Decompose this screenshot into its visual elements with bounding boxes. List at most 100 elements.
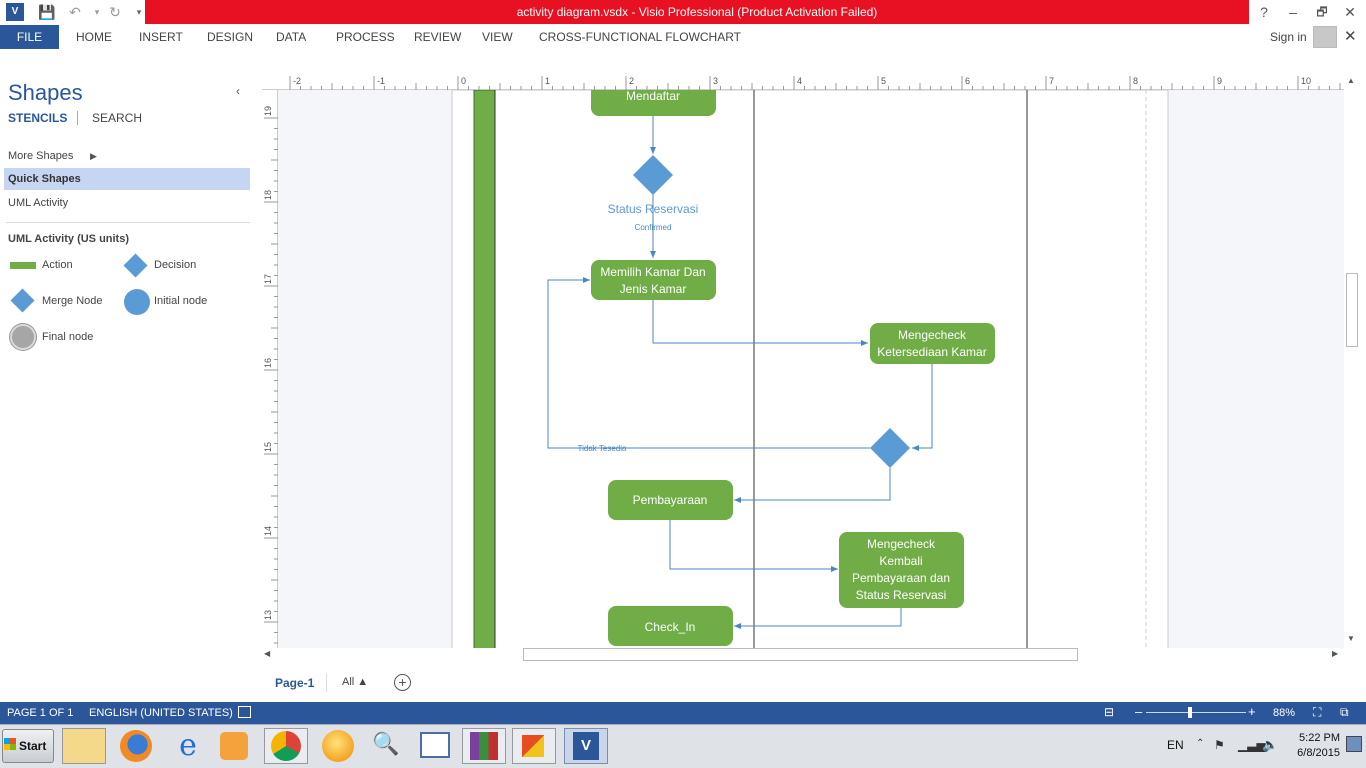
more-shapes-label: More Shapes — [8, 150, 74, 162]
taskbar — [0, 724, 1366, 768]
zoom-slider-thumb[interactable] — [1188, 707, 1192, 718]
vertical-ruler: 19 18 17 16 15 14 13 — [262, 90, 278, 648]
ruler-label: 19 — [263, 106, 273, 116]
tab-design[interactable]: DESIGN — [207, 25, 253, 49]
tab-cross-functional-flowchart[interactable]: CROSS-FUNCTIONAL FLOWCHART — [539, 25, 741, 49]
tab-home[interactable]: HOME — [76, 25, 112, 49]
zoom-level[interactable]: 88% — [1273, 707, 1295, 719]
macro-record-icon[interactable] — [238, 706, 251, 718]
tab-view[interactable]: VIEW — [482, 25, 513, 49]
magnifier-icon[interactable]: 🔍 — [372, 731, 400, 759]
system-clock[interactable]: 5:22 PM 6/8/2015 — [1286, 731, 1340, 761]
ruler-label: 18 — [263, 190, 273, 200]
presentation-mode-icon[interactable]: ⊟ — [1104, 705, 1114, 719]
all-pages-dropdown[interactable]: All ▲ — [342, 676, 368, 688]
divider — [326, 674, 327, 692]
clock-time: 5:22 PM — [1299, 732, 1340, 744]
tab-process[interactable]: PROCESS — [336, 25, 395, 49]
tab-insert[interactable]: INSERT — [139, 25, 183, 49]
ruler-label: 2 — [629, 76, 634, 86]
save-icon[interactable]: 💾 — [38, 3, 56, 21]
initial-node-shape-icon[interactable] — [124, 289, 150, 315]
action-mendaftar-label: Mendaftar — [626, 89, 680, 103]
chrome-icon — [271, 731, 301, 761]
volume-icon[interactable]: 🔈 — [1262, 737, 1278, 753]
tab-file[interactable]: FILE — [0, 25, 59, 49]
help-button[interactable]: ? — [1252, 2, 1276, 22]
language-indicator[interactable]: ENGLISH (UNITED STATES) — [89, 707, 233, 719]
visio-app-icon[interactable]: V — [6, 3, 24, 21]
show-hidden-icons[interactable]: ⌃ — [1196, 738, 1204, 749]
horizontal-scroll-thumb[interactable] — [523, 648, 1078, 661]
internet-explorer-icon[interactable]: e — [172, 730, 204, 762]
undo-dropdown-icon[interactable]: ▾ — [88, 3, 106, 21]
action-pembayaraan-label: Pembayaraan — [633, 493, 708, 507]
action-mengecheck-kembali-line2: Kembali — [879, 554, 922, 568]
ruler-label: 9 — [1217, 76, 1222, 86]
redo-icon[interactable]: ↻ — [106, 3, 124, 21]
horizontal-ruler: -2 -1 0 1 2 3 4 5 6 7 8 9 10 — [262, 74, 1344, 90]
scroll-up-icon[interactable]: ▲ — [1347, 76, 1355, 85]
fit-page-icon[interactable]: ⛶ — [1313, 705, 1321, 720]
tab-data[interactable]: DATA — [276, 25, 306, 49]
tab-search[interactable]: SEARCH — [92, 111, 142, 125]
add-page-icon[interactable]: + — [394, 674, 411, 691]
scroll-down-icon[interactable]: ▼ — [1347, 634, 1355, 643]
ruler-label: 14 — [263, 526, 273, 536]
chevron-right-icon: ▶ — [90, 151, 97, 161]
close-ribbon-icon[interactable]: ✕ — [1344, 25, 1357, 49]
sign-in-link[interactable]: Sign in — [1270, 25, 1307, 49]
undo-icon[interactable]: ↶ — [66, 3, 84, 21]
confirmed-label: Confirmed — [635, 223, 672, 232]
windows-logo-icon — [4, 738, 16, 750]
vertical-scrollbar[interactable]: ▲ ▼ — [1344, 74, 1360, 648]
zoom-slider-track[interactable] — [1146, 712, 1246, 713]
ruler-label: 3 — [713, 76, 718, 86]
ruler-label: 0 — [461, 76, 466, 86]
more-shapes-item[interactable]: More Shapes ▶ — [4, 145, 250, 167]
tab-stencils[interactable]: STENCILS — [8, 111, 67, 125]
horizontal-ruler-svg: -2 -1 0 1 2 3 4 5 6 7 8 9 10 — [289, 76, 1341, 90]
tidak-tersedia-label: Tidak Tesedia — [578, 444, 627, 453]
app-orb-icon[interactable] — [322, 730, 354, 762]
action-shape-icon[interactable] — [10, 262, 36, 269]
horizontal-scrollbar[interactable]: ◀ ▶ — [262, 648, 1344, 662]
decision-shape-label[interactable]: Decision — [154, 259, 196, 271]
winrar-icon — [470, 732, 498, 760]
collapse-panel-icon[interactable]: ‹ — [236, 84, 240, 98]
language-bar[interactable]: EN — [1167, 738, 1184, 752]
drawing-canvas[interactable]: Mendaftar Status Reservasi Confirmed Mem… — [262, 74, 1358, 650]
close-button[interactable]: ✕ — [1338, 2, 1362, 22]
initial-node-shape-label[interactable]: Initial node — [154, 295, 207, 307]
uml-activity-item[interactable]: UML Activity — [4, 192, 250, 214]
media-player-icon[interactable] — [220, 732, 248, 760]
zoom-out-icon[interactable]: – — [1135, 704, 1142, 719]
show-desktop-button[interactable] — [1346, 736, 1362, 752]
vertical-scroll-thumb[interactable] — [1346, 273, 1358, 347]
file-explorer-icon[interactable] — [62, 728, 106, 764]
scroll-right-icon[interactable]: ▶ — [1332, 649, 1338, 658]
window-app-icon[interactable] — [420, 732, 450, 758]
tab-review[interactable]: REVIEW — [414, 25, 461, 49]
final-node-shape-icon[interactable] — [10, 324, 36, 350]
visio-icon: V — [573, 732, 599, 760]
scroll-left-icon[interactable]: ◀ — [264, 649, 270, 658]
minimize-button[interactable]: – — [1281, 2, 1305, 22]
ruler-label: 4 — [797, 76, 802, 86]
diagram-svg[interactable]: Mendaftar Status Reservasi Confirmed Mem… — [262, 74, 1358, 650]
zoom-in-icon[interactable]: + — [1248, 704, 1256, 719]
switch-windows-icon[interactable]: ⧉ — [1340, 705, 1349, 720]
page-indicator[interactable]: PAGE 1 OF 1 — [7, 707, 73, 719]
restore-button[interactable]: 🗗 — [1310, 2, 1334, 22]
shapes-title: Shapes — [8, 80, 83, 105]
quick-shapes-item[interactable]: Quick Shapes — [4, 168, 250, 190]
merge-node-shape-label[interactable]: Merge Node — [42, 295, 103, 307]
tab-page-1[interactable]: Page-1 — [275, 676, 314, 690]
avatar[interactable] — [1313, 26, 1337, 48]
action-shape-label[interactable]: Action — [42, 259, 73, 271]
firefox-icon[interactable] — [120, 730, 152, 762]
action-center-icon[interactable]: ⚑ — [1214, 738, 1225, 752]
final-node-shape-label[interactable]: Final node — [42, 331, 93, 343]
divider — [77, 111, 78, 125]
ruler-label: 10 — [1301, 76, 1311, 86]
